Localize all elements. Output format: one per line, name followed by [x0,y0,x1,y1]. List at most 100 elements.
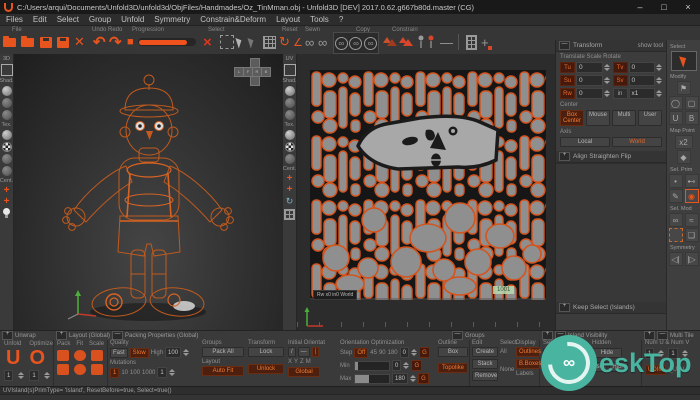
cut-icon[interactable]: ∞ [318,33,327,51]
menu-constrain-deform[interactable]: Constrain&Deform [200,15,266,24]
wireframe-sphere-icon[interactable] [1,98,12,108]
close-button[interactable]: × [676,0,700,14]
save-as-icon[interactable] [57,33,69,51]
scale-alt-button[interactable] [91,364,103,375]
expand-icon[interactable]: + [559,152,570,161]
num-u-value[interactable]: 1 [645,348,655,359]
display-outlines-button[interactable]: Outlines [516,347,541,357]
reset-view-icon[interactable]: ↻ [279,33,290,51]
menu-symmetry[interactable]: Symmetry [154,15,190,24]
center-box-center-button[interactable]: Box Center [560,110,584,126]
clear-selection-icon[interactable]: × [203,33,212,51]
menu-tools[interactable]: Tools [310,15,329,24]
x2-button[interactable]: x2 [674,135,693,149]
island-visibility-header[interactable]: + — Island Visibility [542,331,607,340]
display-labels-button[interactable]: Labels [516,371,540,377]
maximize-uv-viewport-icon[interactable] [283,64,296,76]
udim-button[interactable]: UDIM [645,365,667,375]
min-spinner[interactable] [403,362,410,369]
rw-field[interactable]: 0 [576,88,603,99]
redo-icon[interactable]: ↷ [109,33,122,51]
flag-tool-icon[interactable]: ⚑ [676,81,691,95]
light-icon[interactable] [3,208,10,218]
keep-select-header[interactable]: + Keep Select (Islands) [556,302,666,314]
select-tool-button[interactable] [670,51,697,71]
step-off-button[interactable]: Off [354,347,369,358]
layout-header[interactable]: + Layout (Global) [56,331,110,340]
display-bboxes-button[interactable]: B.Boxes [516,359,541,369]
cursor-off-icon[interactable] [247,33,256,51]
sew-move-icon[interactable]: ∞ [349,36,363,50]
maximize-button[interactable]: □ [652,0,676,14]
checker-texture-icon[interactable] [1,142,12,152]
viewportuv-tab[interactable]: UV [286,56,294,62]
menu-group[interactable]: Group [89,15,111,24]
menu-unfold[interactable]: Unfold [121,15,144,24]
lock-button[interactable]: Lock [248,347,284,357]
glasses-icon[interactable]: ∞ [668,213,683,227]
fit-alt-button[interactable] [74,364,86,375]
symmetry-right-icon[interactable]: |▷ [684,252,699,266]
undo-icon[interactable]: ↶ [93,33,106,51]
num-v-spinner[interactable] [681,350,688,357]
polygon-prim-icon[interactable]: ✎ [668,189,683,203]
multi-tile-header[interactable]: + — Multi Tile [644,331,694,340]
gray-texture-icon[interactable] [1,154,12,164]
hide-button[interactable]: Hide [592,348,622,358]
sew-icon[interactable]: ∞ [334,36,348,50]
uv-white-tex-icon[interactable] [284,130,295,140]
unlock-button[interactable]: Unlock [248,364,284,374]
stop-icon[interactable]: ■ [127,33,134,51]
pack-button[interactable] [57,350,69,361]
sv-field[interactable]: 0 [628,75,655,86]
in-spinner[interactable] [656,90,662,97]
paste-uv-icon[interactable] [399,33,413,51]
flat-sphere-icon[interactable] [1,110,12,120]
create-button[interactable]: Create [472,347,498,357]
su-field[interactable]: 0 [576,75,603,86]
step-spinner[interactable] [410,349,417,356]
angle-icon[interactable]: ∠ [293,33,303,51]
min-slider[interactable] [354,360,390,371]
outline-box-button[interactable]: Box [438,347,468,357]
groups-header[interactable]: — Groups [452,331,485,340]
shaded-sphere-icon[interactable] [1,86,12,96]
max-spinner[interactable] [410,375,417,382]
bubble-select-icon[interactable]: ❑ [684,228,699,242]
uv-checker-tex-icon[interactable] [284,142,295,152]
brush-b-icon[interactable]: B [684,111,699,125]
stack-button[interactable]: Stack [472,359,498,369]
maximize-viewport-icon[interactable] [0,64,13,76]
hidn-button[interactable]: Hidn [609,362,628,372]
unwrap-header[interactable]: + Unwrap [2,331,36,340]
step-90-button[interactable]: 90 [379,350,386,356]
menu-help[interactable]: ? [339,15,343,24]
minimize-button[interactable]: – [628,0,652,14]
step-45-button[interactable]: 45 [370,350,377,356]
scale-button[interactable] [91,350,103,361]
uv-gray-tex-icon[interactable] [284,154,295,164]
marquee-select-icon[interactable] [220,33,234,51]
menu-files[interactable]: Files [6,15,23,24]
collapse-icon[interactable]: — [559,41,570,50]
center-selection-icon[interactable]: + [4,186,10,196]
su-spinner[interactable] [603,77,610,84]
num-v-value[interactable]: 1 [668,348,678,359]
tu-spinner[interactable] [603,64,610,71]
outline-topolike-button[interactable]: Topolike [438,363,468,373]
tv-spinner[interactable] [656,64,662,71]
cursor-select-icon[interactable] [235,33,244,51]
min-value[interactable]: 0 [392,360,402,371]
mutation-10-button[interactable]: 10 [121,370,128,376]
orient-bar-button[interactable]: | [311,347,320,357]
orient-slash-button[interactable]: / [288,347,296,357]
mutation-spinner[interactable] [168,369,175,376]
transform-panel-header[interactable]: — Transform show tool [556,40,666,52]
save-icon[interactable] [40,33,52,51]
mutation-100-button[interactable]: 100 [130,370,140,376]
menu-edit[interactable]: Edit [33,15,47,24]
packing-header[interactable]: — Packing Properties (Global) [112,331,198,340]
pack-all-button[interactable]: Pack All [202,347,244,357]
max-value[interactable]: 180 [392,373,409,384]
quality-value[interactable]: 100 [165,347,182,358]
